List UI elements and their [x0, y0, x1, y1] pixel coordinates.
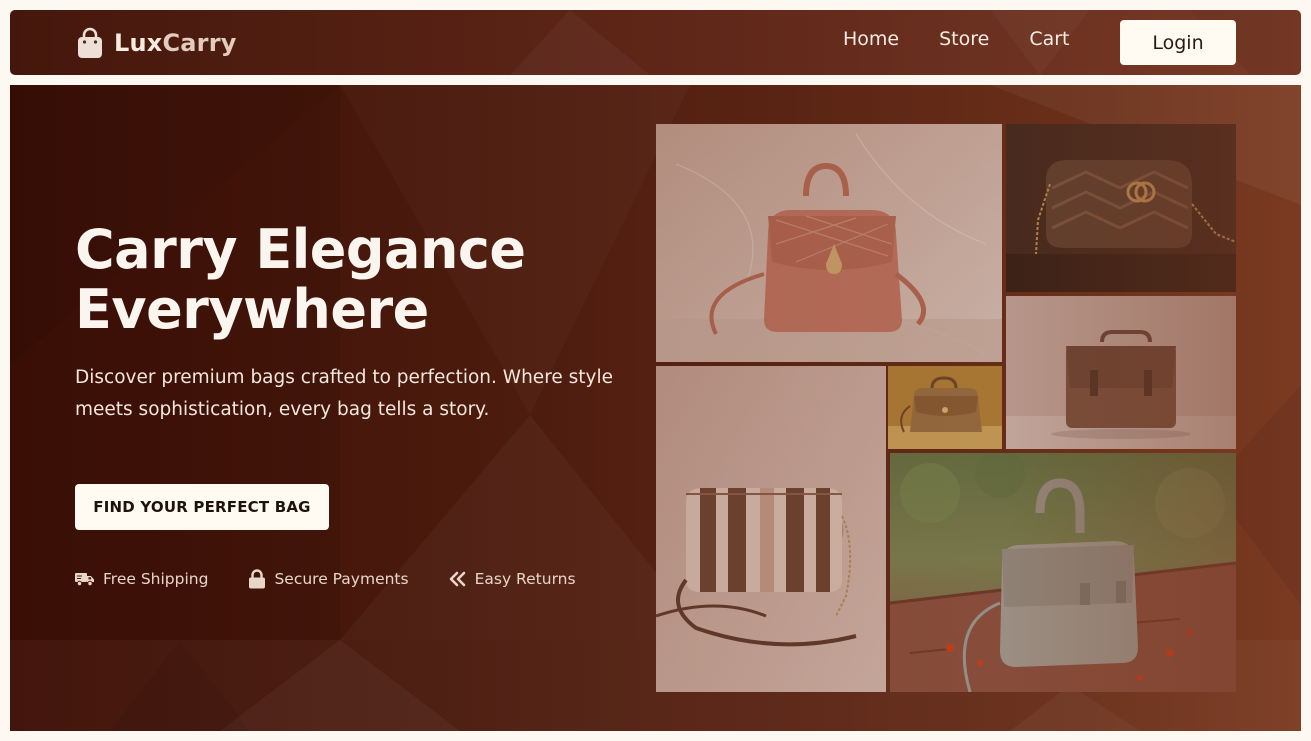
brand-name-lux: Lux: [114, 29, 163, 57]
find-perfect-bag-button[interactable]: FIND YOUR PERFECT BAG: [75, 484, 329, 530]
login-button[interactable]: Login: [1120, 20, 1236, 65]
black-chevron-crossbody-image[interactable]: [1006, 124, 1236, 292]
feature-label-easy-returns: Easy Returns: [474, 570, 576, 588]
nav-link-store[interactable]: Store: [939, 28, 989, 50]
feature-list: Free Shipping Secure Payments Easy Retur…: [75, 569, 616, 589]
feature-secure-payments: Secure Payments: [248, 569, 409, 589]
nav-link-home[interactable]: Home: [843, 28, 899, 50]
hero-title-line-1: Carry Elegance: [75, 218, 526, 281]
shopping-bag-icon: [78, 27, 102, 58]
feature-label-free-shipping: Free Shipping: [103, 570, 209, 588]
hero-subtitle: Discover premium bags crafted to perfect…: [75, 367, 614, 420]
hero-title-line-2: Everywhere: [75, 278, 429, 341]
hero-title: Carry Elegance Everywhere: [75, 220, 635, 340]
tan-leather-handbag-image[interactable]: [888, 366, 1002, 449]
brown-satchel-image[interactable]: [1006, 296, 1236, 449]
brand-name-carry: Carry: [162, 29, 237, 57]
pink-quilted-handbag-image[interactable]: [656, 124, 1002, 362]
double-chevron-left-icon: [449, 571, 465, 587]
truck-icon: [75, 573, 94, 587]
navbar: LuxCarry Home Store Cart Login: [10, 10, 1301, 75]
feature-free-shipping: Free Shipping: [75, 570, 208, 588]
grey-top-handle-bag-image[interactable]: [890, 453, 1236, 692]
nav-links: Home Store Cart: [843, 28, 1070, 50]
feature-easy-returns: Easy Returns: [449, 570, 576, 588]
lock-icon: [249, 569, 266, 589]
product-collage: [656, 124, 1236, 692]
nav-link-cart[interactable]: Cart: [1029, 28, 1069, 50]
striped-crossbody-image[interactable]: [656, 366, 886, 692]
hero-section: Carry Elegance Everywhere Discover premi…: [10, 85, 1301, 731]
feature-label-secure-payments: Secure Payments: [274, 570, 409, 588]
brand-logo[interactable]: LuxCarry: [76, 26, 237, 60]
brand-name: LuxCarry: [114, 29, 237, 57]
